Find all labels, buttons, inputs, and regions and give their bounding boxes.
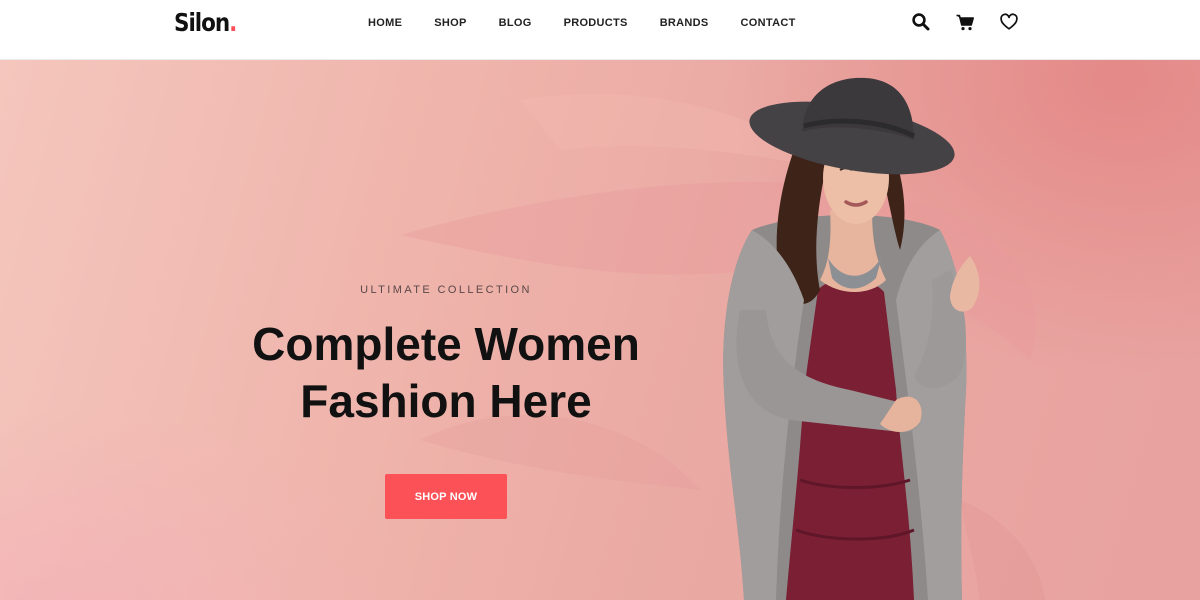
nav-home[interactable]: HOME xyxy=(368,17,402,29)
nav-blog[interactable]: BLOG xyxy=(499,17,532,29)
nav-brands[interactable]: BRANDS xyxy=(660,17,709,29)
search-icon[interactable] xyxy=(911,12,931,32)
shop-now-button[interactable]: SHOP NOW xyxy=(385,474,507,519)
logo-text: Silon xyxy=(174,8,230,37)
cart-icon[interactable] xyxy=(955,12,975,32)
site-header: Silon. HOME SHOP BLOG PRODUCTS BRANDS CO… xyxy=(0,0,1200,60)
hero-headline-line-1: Complete Women xyxy=(252,318,640,370)
logo-dot: . xyxy=(229,8,237,37)
hero-banner: ULTIMATE COLLECTION Complete Women Fashi… xyxy=(0,60,1200,600)
nav-products[interactable]: PRODUCTS xyxy=(564,17,628,29)
nav-contact[interactable]: CONTACT xyxy=(741,17,796,29)
main-nav: HOME SHOP BLOG PRODUCTS BRANDS CONTACT xyxy=(368,17,796,29)
heart-icon[interactable] xyxy=(999,12,1019,32)
nav-shop[interactable]: SHOP xyxy=(434,17,466,29)
hero-headline-line-2: Fashion Here xyxy=(300,375,592,427)
logo[interactable]: Silon. xyxy=(174,8,237,37)
hero-model-image xyxy=(723,77,980,600)
